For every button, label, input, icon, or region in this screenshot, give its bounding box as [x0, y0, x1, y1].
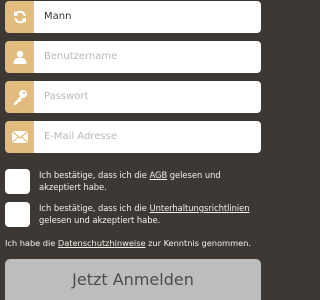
privacy-notice: Ich habe die Datenschutzhinweise zur Ken…	[5, 237, 263, 249]
registration-form: Mann Benutzername Passwort E-Mail Adress…	[0, 0, 265, 300]
privacy-link[interactable]: Datenschutzhinweise	[58, 238, 146, 248]
agb-text-before: Ich bestätige, dass ich die	[39, 170, 150, 180]
key-icon	[5, 81, 34, 113]
agb-consent-text: Ich bestätige, dass ich die AGB gelesen …	[39, 169, 257, 193]
envelope-icon	[5, 121, 34, 153]
terms-link[interactable]: Unterhaltungsrichtlinien	[150, 203, 250, 213]
terms-consent-text: Ich bestätige, dass ich die Unterhaltung…	[39, 202, 257, 226]
username-input[interactable]: Benutzername	[34, 41, 261, 73]
password-input[interactable]: Passwort	[34, 81, 261, 113]
password-field[interactable]: Passwort	[5, 81, 261, 113]
terms-text-before: Ich bestätige, dass ich die	[39, 203, 150, 213]
terms-consent-row: Ich bestätige, dass ich die Unterhaltung…	[5, 202, 261, 227]
agb-checkbox[interactable]	[5, 169, 30, 194]
refresh-icon	[5, 1, 34, 33]
user-icon	[5, 41, 34, 73]
username-field[interactable]: Benutzername	[5, 41, 261, 73]
email-field[interactable]: E-Mail Adresse	[5, 121, 261, 153]
terms-text-after: gelesen und akzeptiert habe.	[39, 215, 161, 225]
agb-consent-row: Ich bestätige, dass ich die AGB gelesen …	[5, 169, 261, 194]
register-button[interactable]: Jetzt Anmelden	[5, 259, 261, 300]
email-input[interactable]: E-Mail Adresse	[34, 121, 261, 153]
agb-link[interactable]: AGB	[150, 170, 168, 180]
gender-select[interactable]: Mann	[5, 1, 261, 33]
terms-checkbox[interactable]	[5, 202, 30, 227]
privacy-text-after: zur Kenntnis genommen.	[145, 238, 251, 248]
privacy-text-before: Ich habe die	[5, 238, 58, 248]
gender-value[interactable]: Mann	[34, 1, 261, 33]
